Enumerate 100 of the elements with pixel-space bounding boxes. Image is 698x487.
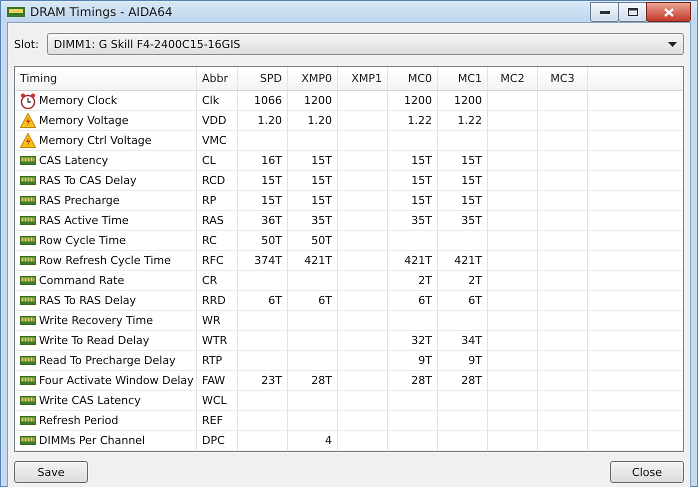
timing-value: 374T <box>254 254 282 267</box>
maximize-button[interactable] <box>618 2 647 22</box>
timing-value: 28T <box>311 374 332 387</box>
timing-name: RAS Active Time <box>39 214 129 227</box>
timing-value: 6T <box>318 294 332 307</box>
memory-icon <box>20 156 36 165</box>
memory-icon <box>20 236 36 245</box>
timing-value: 35T <box>411 214 432 227</box>
column-header[interactable]: MC1 <box>438 67 488 90</box>
timing-name: CAS Latency <box>39 154 108 167</box>
timing-value: 16T <box>261 154 282 167</box>
abbreviation: RFC <box>202 254 224 267</box>
clock-icon <box>20 92 36 108</box>
timing-value: 35T <box>311 214 332 227</box>
memory-icon <box>20 316 36 325</box>
timing-name: Write To Read Delay <box>39 334 150 347</box>
timing-value: 15T <box>461 194 482 207</box>
abbreviation: FAW <box>202 374 226 387</box>
dropdown-arrow-icon <box>668 42 677 46</box>
timing-value: 36T <box>261 214 282 227</box>
column-header[interactable]: Timing <box>15 67 197 90</box>
timing-value: 15T <box>311 154 332 167</box>
window-title: DRAM Timings - AIDA64 <box>30 4 174 18</box>
memory-icon <box>20 436 36 445</box>
timing-name: Four Activate Window Delay <box>39 374 194 387</box>
abbreviation: RAS <box>202 214 224 227</box>
timing-value: 9T <box>468 354 482 367</box>
timing-value: 15T <box>411 174 432 187</box>
timing-value: 15T <box>461 174 482 187</box>
timing-value: 9T <box>418 354 432 367</box>
timing-name: Write Recovery Time <box>39 314 153 327</box>
timing-name: DIMMs Per Channel <box>39 434 146 447</box>
timing-value: 35T <box>461 214 482 227</box>
column-header[interactable]: XMP0 <box>288 67 338 90</box>
timing-value: 15T <box>261 194 282 207</box>
timing-value: 15T <box>411 194 432 207</box>
timing-name: Refresh Period <box>39 414 118 427</box>
abbreviation: CL <box>202 154 216 167</box>
timing-value: 1200 <box>454 94 482 107</box>
memory-icon <box>20 376 36 385</box>
timing-name: Row Refresh Cycle Time <box>39 254 171 267</box>
abbreviation: RRD <box>202 294 226 307</box>
slot-label: Slot: <box>14 38 39 50</box>
close-button[interactable]: Close <box>610 461 684 483</box>
memory-icon <box>20 396 36 405</box>
timing-value: 50T <box>261 234 282 247</box>
memory-icon <box>20 296 36 305</box>
timing-name: RAS Precharge <box>39 194 120 207</box>
timing-value: 23T <box>261 374 282 387</box>
timing-value: 15T <box>311 174 332 187</box>
timing-value: 1.20 <box>308 114 332 127</box>
abbreviation: VDD <box>202 114 226 127</box>
timing-value: 1.22 <box>408 114 432 127</box>
column-header[interactable]: Abbr <box>197 67 238 90</box>
warning-icon <box>20 113 36 128</box>
column-header[interactable]: MC2 <box>488 67 538 90</box>
save-button[interactable]: Save <box>14 461 88 483</box>
timing-value: 1200 <box>404 94 432 107</box>
close-button[interactable] <box>646 2 691 22</box>
memory-icon <box>20 356 36 365</box>
close-icon <box>664 8 674 16</box>
abbreviation: RTP <box>202 354 222 367</box>
timing-value: 15T <box>411 154 432 167</box>
abbreviation: RC <box>202 234 217 247</box>
memory-icon <box>20 196 36 205</box>
timing-value: 2T <box>418 274 432 287</box>
abbreviation: WR <box>202 314 221 327</box>
timing-value: 15T <box>261 174 282 187</box>
timing-name: RAS To RAS Delay <box>39 294 136 307</box>
timing-value: 1200 <box>304 94 332 107</box>
slot-dropdown[interactable]: DIMM1: G Skill F4-2400C15-16GIS <box>46 33 684 55</box>
memory-icon <box>20 276 36 285</box>
timing-name: Memory Voltage <box>39 114 128 127</box>
timing-value: 1.22 <box>458 114 482 127</box>
timing-name: Memory Ctrl Voltage <box>39 134 152 147</box>
timing-value: 28T <box>461 374 482 387</box>
abbreviation: Clk <box>202 94 220 107</box>
abbreviation: WCL <box>202 394 227 407</box>
timing-value: 1.20 <box>258 114 282 127</box>
maximize-icon <box>628 8 638 16</box>
timing-value: 421T <box>304 254 332 267</box>
timing-name: Write CAS Latency <box>39 394 141 407</box>
timing-value: 421T <box>454 254 482 267</box>
abbreviation: REF <box>202 414 223 427</box>
timing-value: 6T <box>468 294 482 307</box>
memory-icon <box>20 176 36 185</box>
timing-value: 2T <box>468 274 482 287</box>
timing-name: Read To Precharge Delay <box>39 354 176 367</box>
abbreviation: DPC <box>202 434 225 447</box>
timing-value: 15T <box>461 154 482 167</box>
timing-value: 4 <box>325 434 332 447</box>
column-header[interactable]: MC0 <box>388 67 438 90</box>
warning-icon <box>20 133 36 148</box>
column-header[interactable]: XMP1 <box>338 67 388 90</box>
column-header[interactable]: MC3 <box>538 67 588 90</box>
timing-name: RAS To CAS Delay <box>39 174 137 187</box>
column-header[interactable]: SPD <box>238 67 288 90</box>
timing-value: 1066 <box>254 94 282 107</box>
memory-icon <box>20 216 36 225</box>
minimize-button[interactable] <box>590 2 619 22</box>
